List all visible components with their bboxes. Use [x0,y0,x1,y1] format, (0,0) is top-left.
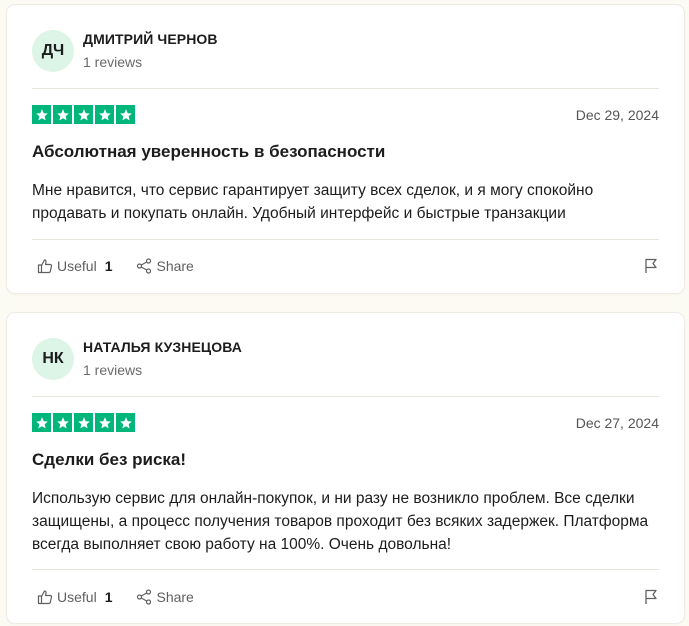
star-icon [32,105,51,124]
divider [32,396,659,397]
star-icon [116,413,135,432]
thumbs-up-icon [37,259,53,274]
useful-button[interactable]: Useful 1 [37,589,112,605]
review-body: Мне нравится, что сервис гарантирует защ… [32,182,594,222]
review-title[interactable]: Абсолютная уверенность в безопасности [32,142,385,162]
reviewer-name[interactable]: ДМИТРИЙ ЧЕРНОВ [83,31,218,47]
review-card: ДЧ ДМИТРИЙ ЧЕРНОВ 1 reviews Dec 29, 2024… [7,5,684,293]
thumbs-up-icon [37,590,53,605]
star-icon [95,413,114,432]
useful-count: 1 [104,589,113,605]
star-icon [74,105,93,124]
avatar[interactable]: НК [32,338,74,380]
star-icon [32,413,51,432]
useful-count: 1 [104,258,113,274]
share-label: Share [156,258,194,274]
divider [32,239,659,240]
divider [32,569,659,570]
reviewer-review-count: 1 reviews [83,362,143,378]
star-icon [95,105,114,124]
useful-button[interactable]: Useful 1 [37,258,112,274]
share-label: Share [156,589,194,605]
star-icon [53,105,72,124]
review-title[interactable]: Сделки без риска! [32,450,186,470]
review-actions: Useful 1 Share [37,585,659,609]
review-body: Использую сервис для онлайн-покупок, и н… [32,490,649,553]
star-icon [116,105,135,124]
share-icon [137,589,152,605]
reviewer-review-count: 1 reviews [83,54,143,70]
star-icon [53,413,72,432]
review-date: Dec 27, 2024 [575,415,659,431]
share-button[interactable]: Share [136,589,194,605]
divider [32,88,659,89]
reviewer-name[interactable]: НАТАЛЬЯ КУЗНЕЦОВА [83,339,242,355]
star-rating [32,413,135,432]
useful-label: Useful [57,258,97,274]
report-button[interactable] [643,258,659,274]
star-icon [74,413,93,432]
review-card: НК НАТАЛЬЯ КУЗНЕЦОВА 1 reviews Dec 27, 2… [7,313,684,623]
review-actions: Useful 1 Share [37,254,659,278]
flag-icon [645,589,657,604]
share-button[interactable]: Share [136,258,194,274]
report-button[interactable] [643,589,659,605]
review-date: Dec 29, 2024 [575,107,659,123]
star-rating [32,105,135,124]
avatar[interactable]: ДЧ [32,30,74,72]
useful-label: Useful [57,589,97,605]
flag-icon [645,258,657,273]
share-icon [137,258,152,274]
